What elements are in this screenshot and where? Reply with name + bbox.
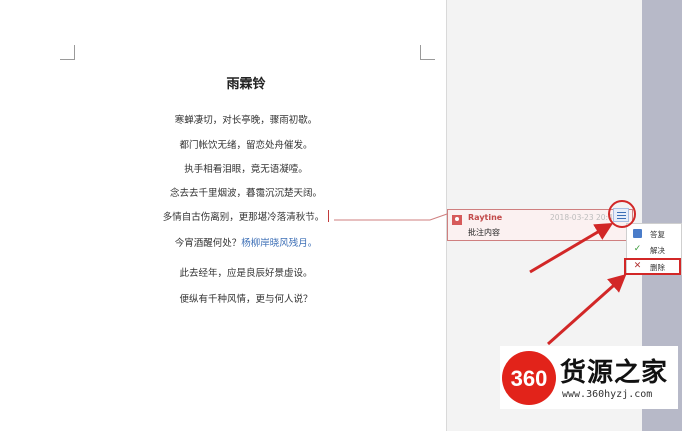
site-watermark: 360 货源之家 www.360hyzj.com: [500, 346, 678, 409]
watermark-brand: 货源之家: [560, 358, 669, 388]
annotation-arrow-1: [529, 222, 614, 274]
watermark-logo-number: 360: [510, 366, 548, 391]
annotation-arrow-2: [547, 274, 627, 346]
watermark-url: www.360hyzj.com: [562, 389, 653, 400]
